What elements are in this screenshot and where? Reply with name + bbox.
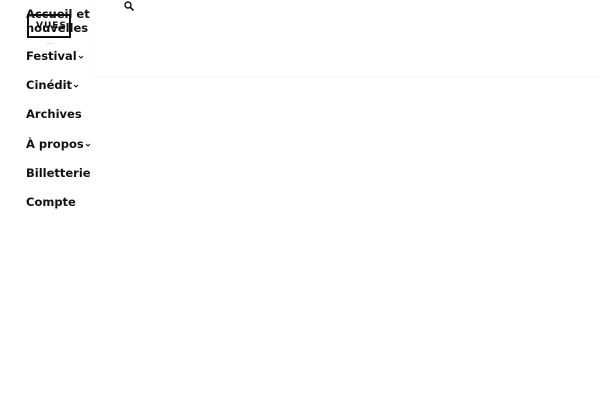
- nav-item-archives[interactable]: Archives: [26, 107, 82, 121]
- nav-item-billetterie[interactable]: Billetterie: [26, 166, 91, 180]
- nav-item-label: Festival: [26, 49, 77, 63]
- nav-item-festival[interactable]: Festival: [26, 49, 84, 63]
- page: VUES ... Accueil et nouvelles Festival C…: [0, 0, 600, 400]
- nav-item-accueil[interactable]: Accueil et nouvelles: [26, 7, 90, 35]
- nav-item-label: Compte: [26, 195, 76, 209]
- nav-item-label: Accueil et nouvelles: [26, 7, 90, 35]
- nav-item-a-propos[interactable]: À propos: [26, 137, 91, 151]
- nav-item-label: Billetterie: [26, 166, 91, 180]
- header-bar: [96, 0, 600, 76]
- nav-item-label: Archives: [26, 107, 82, 121]
- logo-subtext: ...: [47, 40, 52, 46]
- chevron-down-icon: [78, 55, 84, 59]
- nav-item-label: À propos: [26, 137, 84, 151]
- nav-item-compte[interactable]: Compte: [26, 195, 76, 209]
- nav-item-label: Cinédit: [26, 78, 73, 92]
- nav-item-cinedit[interactable]: Cinédit: [26, 78, 79, 92]
- chevron-down-icon: [73, 84, 79, 88]
- chevron-down-icon: [85, 143, 91, 147]
- search-icon[interactable]: [124, 1, 134, 11]
